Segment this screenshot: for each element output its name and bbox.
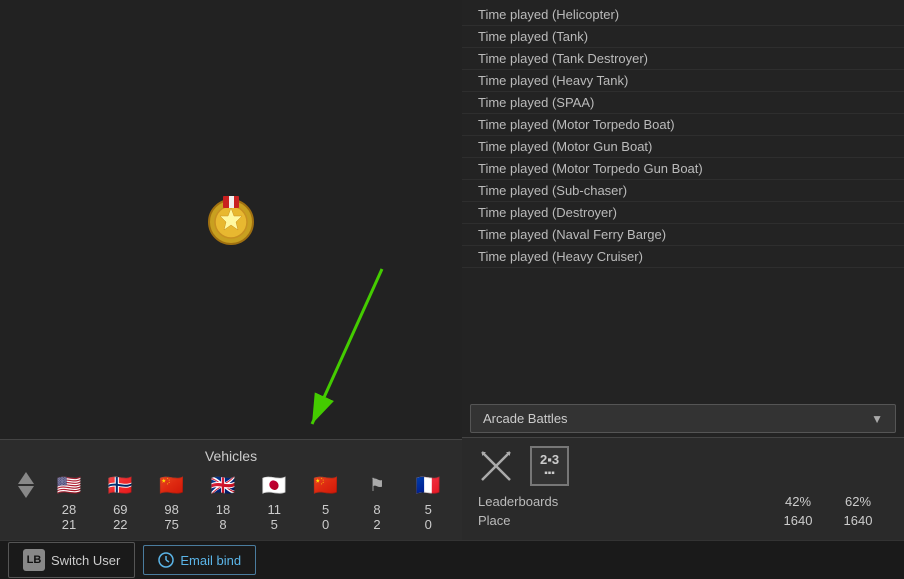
medal-icon [201,190,261,250]
percentage-left: 42% [768,494,828,509]
list-item: Time played (Destroyer) [462,202,904,224]
num-jp-top: 11 [254,502,294,517]
vehicles-section: Vehicles 🇺🇸 🇳🇴 🇨🇳 🇬🇧 [0,439,462,540]
list-item: Time played (Heavy Cruiser) [462,246,904,268]
num-other-top: 8 [357,502,397,517]
arrow-down-icon [18,486,34,498]
list-item: Time played (Sub-chaser) [462,180,904,202]
green-arrow [282,259,432,439]
flag-other: ⚑ [357,475,397,496]
place-label: Place [478,513,768,528]
email-bind-button[interactable]: Email bind [143,545,256,575]
flag-us: 🇺🇸 [49,473,89,498]
num-cn-bot: 75 [152,517,192,532]
num-no-bot: 22 [100,517,140,532]
num-us-top: 28 [49,502,89,517]
crossed-swords-icon [478,448,514,484]
right-panel: Time played (Helicopter) Time played (Ta… [462,0,904,540]
leaderboards-row-2: Place 1640 1640 [478,513,888,528]
arcade-label: Arcade Battles [483,411,568,426]
num-fr-top: 5 [408,502,448,517]
flag-jp: 🇯🇵 [254,473,294,498]
arcade-dropdown[interactable]: Arcade Battles ▼ [470,404,896,433]
switch-user-button[interactable]: LB Switch User [8,542,135,578]
flag-cn: 🇨🇳 [152,473,192,498]
place-left: 1640 [768,513,828,528]
chevron-down-icon: ▼ [871,412,883,426]
num-no-top: 69 [100,502,140,517]
email-bind-label: Email bind [180,553,241,568]
list-item: Time played (Motor Gun Boat) [462,136,904,158]
list-item: Time played (Heavy Tank) [462,70,904,92]
medal-area [0,0,462,439]
rank-arrows [14,472,38,498]
flag-fr: 🇫🇷 [408,473,448,498]
list-item: Time played (Motor Torpedo Boat) [462,114,904,136]
leaderboards-label: Leaderboards [478,494,768,509]
place-right: 1640 [828,513,888,528]
flag-cn2-icon: 🇨🇳 [313,473,338,498]
leaderboards-header: 2▪3 ▪▪▪ [478,446,888,486]
flag-cn-icon: 🇨🇳 [159,473,184,498]
num-cn2-bot: 0 [306,517,346,532]
bottom-bar: LB Switch User Email bind [0,540,904,579]
time-played-list: Time played (Helicopter) Time played (Ta… [462,0,904,400]
flag-no-icon: 🇳🇴 [108,473,133,498]
num-fr-bot: 0 [408,517,448,532]
arrow-up-icon [18,472,34,484]
flag-gb-icon: 🇬🇧 [211,473,236,498]
list-item: Time played (Tank Destroyer) [462,48,904,70]
clock-icon [158,552,174,568]
list-item: Time played (Helicopter) [462,4,904,26]
num-cn2-top: 5 [306,502,346,517]
flag-us-icon: 🇺🇸 [57,473,82,498]
num-other-bot: 2 [357,517,397,532]
flag-fr-icon: 🇫🇷 [416,473,441,498]
num-gb-bot: 8 [203,517,243,532]
list-item: Time played (SPAA) [462,92,904,114]
num-us-bot: 21 [49,517,89,532]
percentage-right: 62% [828,494,888,509]
list-item: Time played (Naval Ferry Barge) [462,224,904,246]
list-item: Time played (Tank) [462,26,904,48]
num-gb-top: 18 [203,502,243,517]
num-jp-bot: 5 [254,517,294,532]
flags-row: 🇺🇸 🇳🇴 🇨🇳 🇬🇧 🇯🇵 🇨🇳 ⚑ [8,472,454,498]
flag-no: 🇳🇴 [100,473,140,498]
list-item: Time played (Motor Torpedo Gun Boat) [462,158,904,180]
leaderboards-row-1: Leaderboards 42% 62% [478,494,888,509]
lb-badge: LB [23,549,45,571]
top-numbers-row: 28 69 98 18 11 5 8 5 [8,502,454,517]
flag-other-icon: ⚑ [369,475,385,496]
flag-gb: 🇬🇧 [203,473,243,498]
bottom-numbers-row: 21 22 75 8 5 0 2 0 [8,517,454,532]
leaderboards-section: 2▪3 ▪▪▪ Leaderboards 42% 62% Place 1640 … [462,437,904,540]
switch-user-label: Switch User [51,553,120,568]
left-panel: Vehicles 🇺🇸 🇳🇴 🇨🇳 🇬🇧 [0,0,462,540]
flag-cn2: 🇨🇳 [306,473,346,498]
rank-badge: 2▪3 ▪▪▪ [530,446,569,486]
num-cn-top: 98 [152,502,192,517]
flag-jp-icon: 🇯🇵 [262,473,287,498]
vehicles-title: Vehicles [8,448,454,464]
